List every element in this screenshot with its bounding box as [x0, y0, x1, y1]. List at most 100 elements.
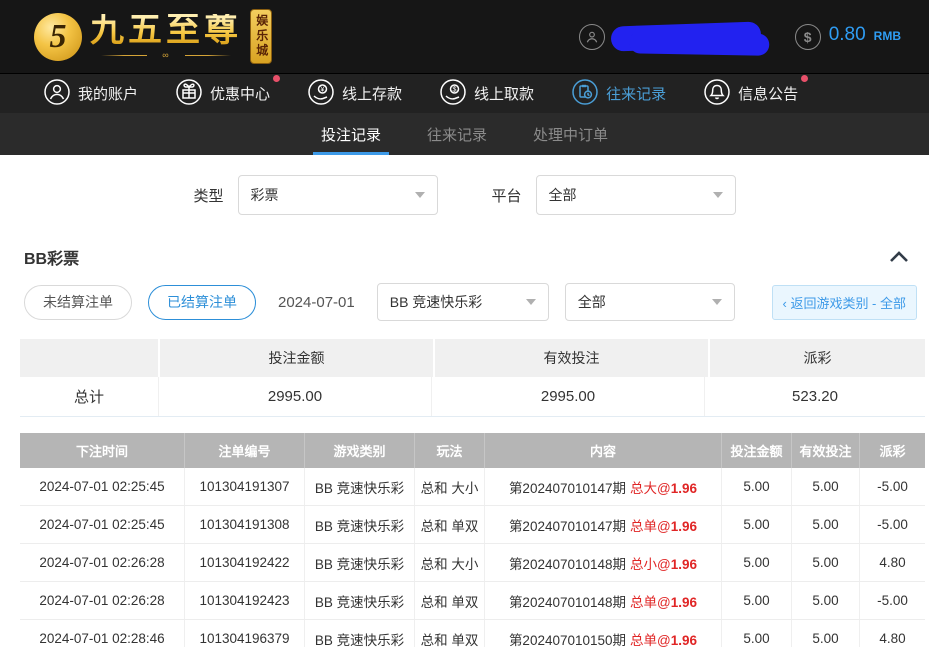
- type-select[interactable]: 彩票: [238, 175, 438, 215]
- content-pick: 总单@: [630, 633, 671, 647]
- cell-bet-time: 2024-07-01 02:26:28: [20, 544, 184, 581]
- nav-item-promotions[interactable]: 优惠中心: [176, 79, 270, 109]
- content-period: 第202407010150期: [509, 629, 626, 647]
- record-tabs: 投注记录 往来记录 处理中订单: [0, 113, 929, 155]
- cell-bet-amount: 5.00: [721, 582, 791, 619]
- user-account-chip[interactable]: [579, 24, 761, 50]
- cell-play-type: 总和 大小: [414, 544, 484, 581]
- summary-payout-total: 523.20: [704, 377, 925, 416]
- cell-payout: -5.00: [859, 468, 925, 505]
- cell-bet-amount: 5.00: [721, 506, 791, 543]
- cell-game-category: BB 竞速快乐彩: [304, 544, 414, 581]
- tab-transaction-records[interactable]: 往来记录: [421, 113, 493, 155]
- content-odds: 1.96: [671, 633, 697, 647]
- gift-icon: [176, 79, 202, 109]
- table-row: 2024-07-01 02:25:45 101304191307 BB 竞速快乐…: [20, 468, 925, 506]
- scope-select-value: 全部: [578, 292, 606, 312]
- game-select[interactable]: BB 竞速快乐彩: [377, 283, 549, 321]
- section-title: BB彩票: [24, 245, 79, 269]
- content-odds: 1.96: [671, 519, 697, 534]
- nav-item-transaction-records[interactable]: 往来记录: [572, 79, 666, 109]
- cell-bet-time: 2024-07-01 02:26:28: [20, 582, 184, 619]
- cell-content: 第202407010148期 总单@1.96: [484, 582, 721, 619]
- cell-game-category: BB 竞速快乐彩: [304, 506, 414, 543]
- username-redacted: [610, 21, 761, 51]
- cell-valid-bet: 5.00: [791, 506, 859, 543]
- nav-item-my-account[interactable]: 我的账户: [44, 79, 138, 109]
- balance-currency: RMB: [874, 29, 901, 43]
- cell-play-type: 总和 单双: [414, 582, 484, 619]
- content-odds: 1.96: [671, 481, 697, 496]
- chevron-down-icon: [526, 299, 536, 305]
- notification-dot: [801, 75, 808, 82]
- nav-label: 我的账户: [78, 83, 138, 104]
- tab-bet-records[interactable]: 投注记录: [315, 113, 387, 155]
- content-pick: 总单@: [630, 519, 671, 534]
- col-payout: 派彩: [859, 433, 925, 468]
- cell-order-id: 101304192423: [184, 582, 304, 619]
- summary-valid-total: 2995.00: [431, 377, 704, 416]
- cell-payout: 4.80: [859, 620, 925, 647]
- cell-content: 第202407010148期 总小@1.96: [484, 544, 721, 581]
- back-to-game-category-link[interactable]: ‹ 返回游戏类别 - 全部: [772, 285, 918, 320]
- platform-select[interactable]: 全部: [536, 175, 736, 215]
- cell-play-type: 总和 大小: [414, 468, 484, 505]
- cell-valid-bet: 5.00: [791, 582, 859, 619]
- svg-text:$: $: [453, 86, 457, 93]
- content-period: 第202407010148期: [509, 553, 626, 573]
- settled-bets-button[interactable]: 已结算注单: [148, 285, 256, 320]
- account-icon: [44, 79, 70, 109]
- content-period: 第202407010147期: [509, 515, 626, 535]
- filter-row: 类型 彩票 平台 全部: [0, 155, 929, 229]
- col-bet-time: 下注时间: [20, 433, 184, 468]
- cell-order-id: 101304196379: [184, 620, 304, 647]
- col-content: 内容: [484, 433, 721, 468]
- summary-row-label: 总计: [20, 377, 158, 416]
- tab-pending-orders[interactable]: 处理中订单: [527, 113, 614, 155]
- table-row: 2024-07-01 02:28:46 101304196379 BB 竞速快乐…: [20, 620, 925, 647]
- cell-bet-time: 2024-07-01 02:28:46: [20, 620, 184, 647]
- records-icon: [572, 79, 598, 109]
- summary-col-bet: 投注金额: [160, 339, 433, 377]
- site-logo[interactable]: 5 九五至尊 ∞ 娱乐城: [34, 9, 299, 64]
- col-play-type: 玩法: [414, 433, 484, 468]
- nav-label: 信息公告: [738, 83, 798, 104]
- cell-order-id: 101304191307: [184, 468, 304, 505]
- summary-col-empty: [20, 339, 158, 377]
- cell-payout: -5.00: [859, 506, 925, 543]
- content-pick: 总小@: [630, 557, 671, 572]
- bet-records-table: 下注时间 注单编号 游戏类别 玩法 内容 投注金额 有效投注 派彩 2024-0…: [20, 433, 925, 647]
- content-odds: 1.96: [671, 557, 697, 572]
- nav-item-deposit[interactable]: ¥ 线上存款: [308, 79, 402, 109]
- deposit-icon: ¥: [308, 79, 334, 109]
- cell-bet-amount: 5.00: [721, 468, 791, 505]
- summary-col-payout: 派彩: [710, 339, 925, 377]
- col-game-category: 游戏类别: [304, 433, 414, 468]
- cell-bet-time: 2024-07-01 02:25:45: [20, 468, 184, 505]
- cell-play-type: 总和 单双: [414, 620, 484, 647]
- col-order-id: 注单编号: [184, 433, 304, 468]
- nav-item-announcements[interactable]: 信息公告: [704, 79, 798, 109]
- cell-payout: 4.80: [859, 544, 925, 581]
- notification-dot: [273, 75, 280, 82]
- balance-amount: 0.80: [829, 24, 866, 46]
- nav-item-withdraw[interactable]: $ 线上取款: [440, 79, 534, 109]
- bet-filter-toolbar: 未结算注单 已结算注单 2024-07-01 BB 竞速快乐彩 全部 ‹ 返回游…: [0, 279, 929, 335]
- scope-select[interactable]: 全部: [565, 283, 735, 321]
- cell-payout: -5.00: [859, 582, 925, 619]
- logo-circle-icon: 5: [34, 13, 82, 61]
- unsettled-bets-button[interactable]: 未结算注单: [24, 285, 132, 320]
- chevron-down-icon: [415, 192, 425, 198]
- nav-label: 线上取款: [474, 83, 534, 104]
- bell-icon: [704, 79, 730, 109]
- logo-flourish: ∞: [101, 52, 231, 59]
- table-row: 2024-07-01 02:26:28 101304192422 BB 竞速快乐…: [20, 544, 925, 582]
- withdraw-icon: $: [440, 79, 466, 109]
- balance-display[interactable]: $ 0.80 RMB: [795, 24, 901, 50]
- chevron-up-icon[interactable]: [889, 251, 909, 263]
- cell-play-type: 总和 单双: [414, 506, 484, 543]
- content-odds: 1.96: [671, 595, 697, 610]
- date-value[interactable]: 2024-07-01: [278, 294, 355, 311]
- cell-bet-amount: 5.00: [721, 544, 791, 581]
- cell-game-category: BB 竞速快乐彩: [304, 468, 414, 505]
